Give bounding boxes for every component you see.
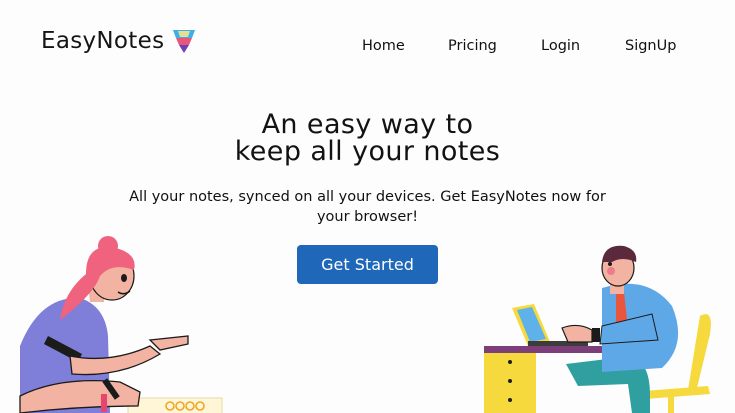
woman-writing-illustration — [19, 236, 223, 413]
get-started-button[interactable]: Get Started — [297, 245, 438, 284]
hero-title-line-2: keep all your notes — [234, 136, 501, 167]
nav-home[interactable]: Home — [362, 38, 405, 54]
brand-name: EasyNotes — [41, 28, 165, 54]
notes-tray-icon — [173, 30, 196, 53]
nav-signup[interactable]: SignUp — [625, 38, 676, 54]
nav-login[interactable]: Login — [541, 38, 580, 54]
nav-pricing[interactable]: Pricing — [448, 38, 497, 54]
hero-title: An easy way to keep all your notes — [0, 111, 735, 165]
hero-subtitle: All your notes, synced on all your devic… — [129, 189, 606, 225]
hero-title-line-1: An easy way to — [261, 109, 474, 140]
brand-logo[interactable]: EasyNotes — [41, 28, 196, 54]
landing-page: EasyNotes Home Pricing Login SignUp An e… — [0, 0, 735, 413]
man-at-laptop-illustration — [484, 245, 711, 413]
